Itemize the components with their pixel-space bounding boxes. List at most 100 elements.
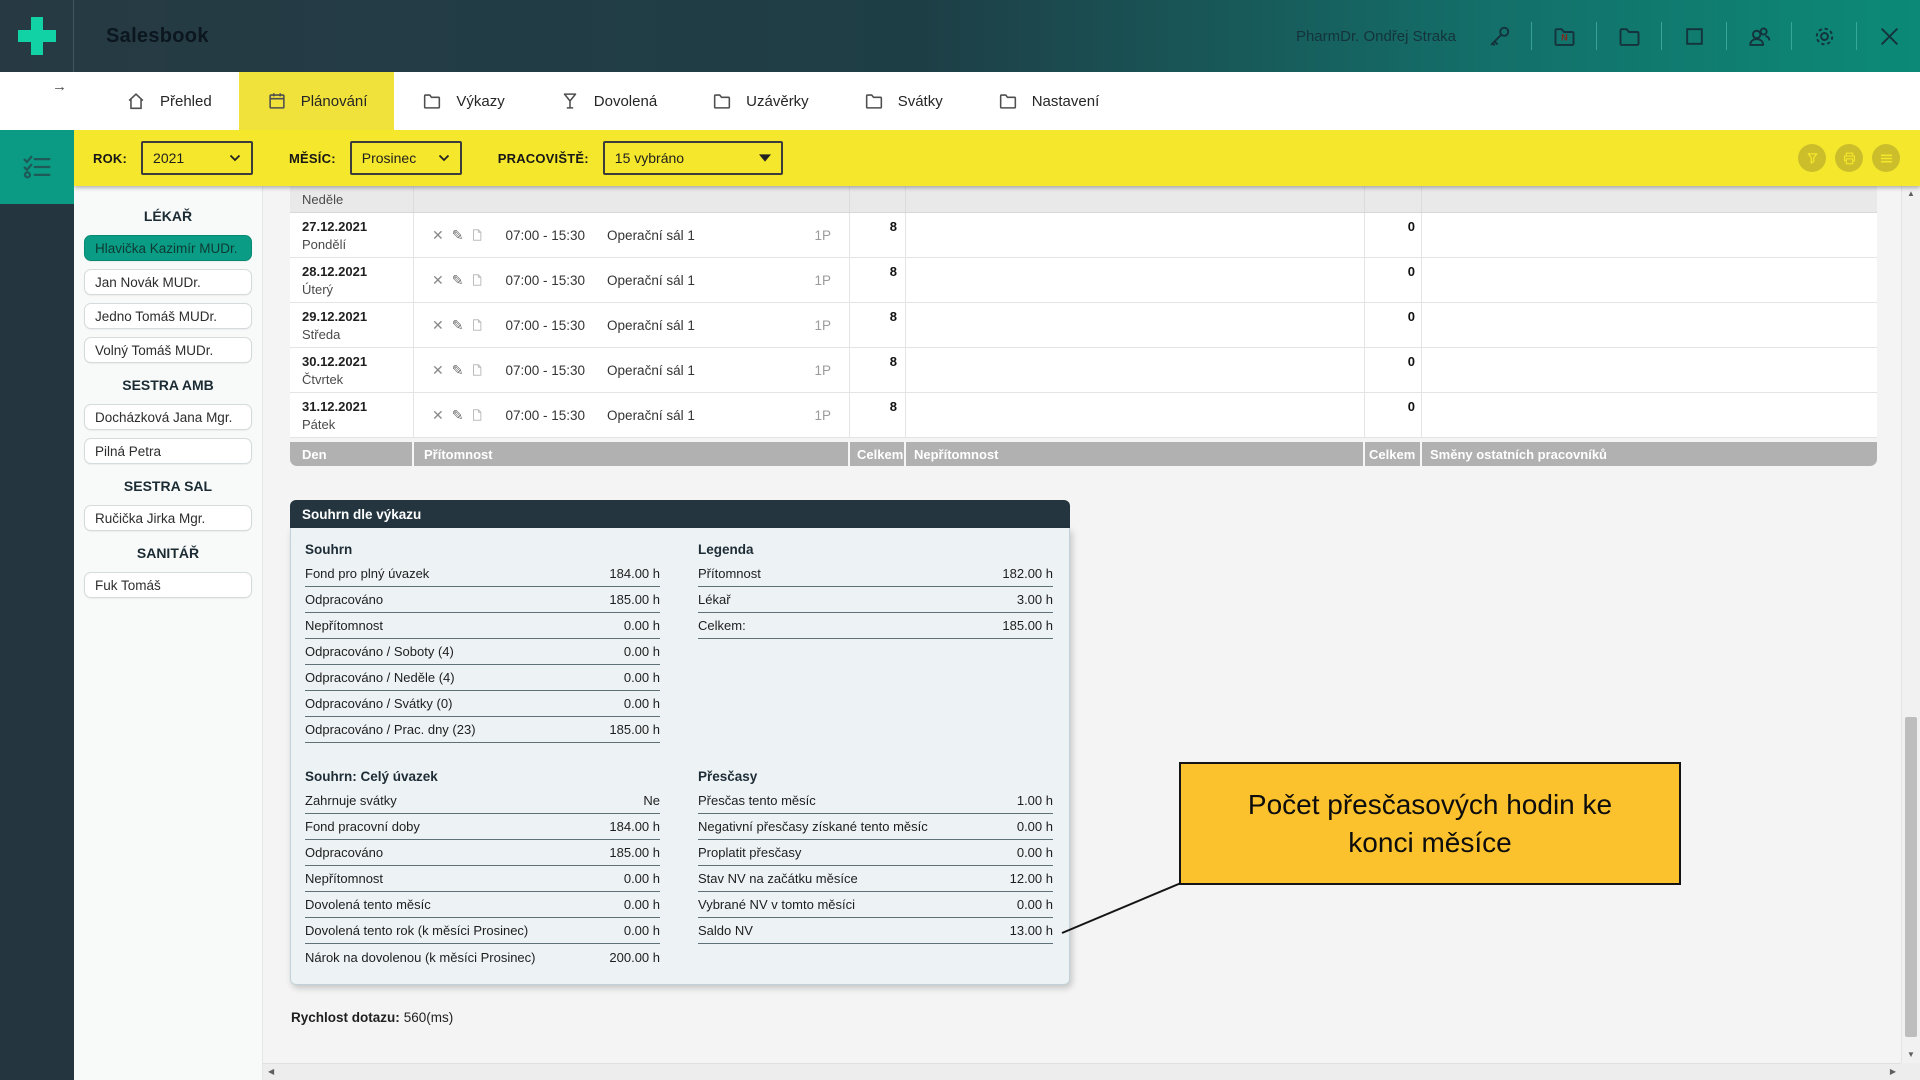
edit-shift-icon[interactable]: ✎ <box>452 408 464 422</box>
summary-row-value: Ne <box>643 793 660 808</box>
summary-row: Odpracováno 185.00 h <box>305 840 660 866</box>
summary-row-label: Vybrané NV v tomto měsíci <box>698 897 855 912</box>
row-celkem-pritomnost: 8 <box>850 186 906 213</box>
employee-item[interactable]: Fuk Tomáš <box>84 572 252 598</box>
shift-note-icon[interactable] <box>470 318 484 332</box>
filter-bar-actions <box>1798 144 1900 172</box>
delete-shift-icon[interactable]: ✕ <box>432 273 444 287</box>
employee-item[interactable]: Volný Tomáš MUDr. <box>84 337 252 363</box>
tab-dovolena[interactable]: Dovolená <box>532 72 684 130</box>
employee-group-title: SANITÁŘ <box>74 545 262 561</box>
summary-panel: Souhrn dle výkazu Souhrn Fond pro plný ú… <box>290 500 1070 985</box>
shift-note-icon[interactable] <box>470 363 484 377</box>
row-nepritomnost <box>906 348 1365 392</box>
schedule-row: 30.12.2021 Čtvrtek ✕ ✎ 07:00 - 15:30 Ope… <box>290 348 1877 393</box>
summary-row: Přesčas tento měsíc 1.00 h <box>698 788 1053 814</box>
tab-planovani[interactable]: Plánování <box>239 72 395 130</box>
edit-shift-icon[interactable]: ✎ <box>452 273 464 287</box>
employee-group: SESTRA AMB Docházková Jana Mgr. Pilná Pe… <box>74 377 262 464</box>
employee-group-title: SESTRA AMB <box>74 377 262 393</box>
scroll-up-icon[interactable]: ▲ <box>1902 190 1920 198</box>
close-icon[interactable] <box>1874 21 1904 51</box>
summary-row-label: Dovolená tento měsíc <box>305 897 431 912</box>
hamburger-icon <box>1878 150 1895 167</box>
edit-shift-icon[interactable]: ✎ <box>452 318 464 332</box>
summary-row-value: 185.00 h <box>609 845 660 860</box>
horizontal-scrollbar[interactable]: ◀ ▶ <box>263 1063 1901 1080</box>
folder-icon[interactable] <box>1614 21 1644 51</box>
key-icon[interactable] <box>1484 21 1514 51</box>
pracoviste-label: PRACOVIŠTĚ: <box>498 151 589 166</box>
summary-row-value: 182.00 h <box>1002 566 1053 581</box>
tab-label: Dovolená <box>594 93 657 110</box>
tab-svatky[interactable]: Svátky <box>836 72 970 130</box>
shift-note-icon[interactable] <box>470 273 484 287</box>
shift-place: Operační sál 1 <box>607 363 695 378</box>
footer-col-celkem2: Celkem <box>1365 442 1422 466</box>
summary-row: Proplatit přesčasy 0.00 h <box>698 840 1053 866</box>
tabs: Přehled Plánování Výkazy Dovolená Uzávěr… <box>98 72 1126 130</box>
print-button[interactable] <box>1835 144 1863 172</box>
worklist-rail-button[interactable] <box>0 130 74 204</box>
employee-item[interactable]: Jedno Tomáš MUDr. <box>84 303 252 329</box>
mesic-select[interactable]: Prosinec <box>350 141 462 175</box>
summary-row-value: 200.00 h <box>609 950 660 965</box>
delete-shift-icon[interactable]: ✕ <box>432 228 444 242</box>
summary-row-label: Nepřítomnost <box>305 618 383 633</box>
checklist-icon <box>19 149 55 185</box>
summary-row-value: 0.00 h <box>1017 897 1053 912</box>
shift-note-icon[interactable] <box>470 408 484 422</box>
menu-button[interactable] <box>1872 144 1900 172</box>
shift-note-icon[interactable] <box>470 228 484 242</box>
funnel-icon <box>1804 150 1821 167</box>
forward-arrow-icon[interactable]: → <box>52 78 67 95</box>
employee-item[interactable]: Ručička Jirka Mgr. <box>84 505 252 531</box>
scroll-left-icon[interactable]: ◀ <box>268 1068 274 1076</box>
users-icon[interactable] <box>1744 21 1774 51</box>
summary-grid: Souhrn Fond pro plný úvazek 184.00 h Odp… <box>305 536 1053 970</box>
main-content: 26.12.2021 Neděle 8 0 27.12.2021 Pondělí… <box>263 186 1901 1063</box>
employee-item[interactable]: Docházková Jana Mgr. <box>84 404 252 430</box>
row-smeny <box>1422 213 1877 257</box>
shift-place: Operační sál 1 <box>607 273 695 288</box>
employee-item[interactable]: Jan Novák MUDr. <box>84 269 252 295</box>
gear-icon[interactable] <box>1809 21 1839 51</box>
row-smeny <box>1422 348 1877 392</box>
summary-row: Odpracováno / Prac. dny (23) 185.00 h <box>305 717 660 743</box>
delete-shift-icon[interactable]: ✕ <box>432 318 444 332</box>
edit-shift-icon[interactable]: ✎ <box>452 363 464 377</box>
square-icon[interactable] <box>1679 21 1709 51</box>
edit-shift-icon[interactable]: ✎ <box>452 228 464 242</box>
tab-prehled[interactable]: Přehled <box>98 72 239 130</box>
summary-row: Vybrané NV v tomto měsíci 0.00 h <box>698 892 1053 918</box>
shift-time: 07:00 - 15:30 <box>505 363 585 378</box>
rok-select[interactable]: 2021 <box>141 141 253 175</box>
vertical-scrollbar-thumb[interactable] <box>1905 717 1917 1037</box>
chevron-down-icon <box>229 154 241 162</box>
row-day: Pátek <box>302 417 413 432</box>
folder-n-icon[interactable]: N <box>1549 21 1579 51</box>
summary-section: Legenda Přítomnost 182.00 h Lékař 3.00 h… <box>698 536 1053 743</box>
schedule-row: 27.12.2021 Pondělí ✕ ✎ 07:00 - 15:30 Ope… <box>290 213 1877 258</box>
filter-button[interactable] <box>1798 144 1826 172</box>
summary-row-label: Nepřítomnost <box>305 871 383 886</box>
filter-bar: ROK: 2021 MĚSÍC: Prosinec PRACOVIŠTĚ: 15… <box>74 130 1920 186</box>
vertical-scrollbar[interactable]: ▲ ▼ <box>1901 186 1920 1063</box>
summary-row-value: 185.00 h <box>1002 618 1053 633</box>
tab-uzaverky[interactable]: Uzávěrky <box>684 72 836 130</box>
delete-shift-icon[interactable]: ✕ <box>432 408 444 422</box>
delete-shift-icon[interactable]: ✕ <box>432 363 444 377</box>
employee-name: Ručička Jirka Mgr. <box>95 511 205 526</box>
pracoviste-select[interactable]: 15 vybráno <box>603 141 783 175</box>
employee-item[interactable]: Hlavička Kazimír MUDr. <box>84 235 252 261</box>
employee-name: Volný Tomáš MUDr. <box>95 343 213 358</box>
summary-row-label: Fond pracovní doby <box>305 819 420 834</box>
scroll-right-icon[interactable]: ▶ <box>1890 1068 1896 1076</box>
tab-nastaveni[interactable]: Nastavení <box>970 72 1127 130</box>
tab-vykazy[interactable]: Výkazy <box>394 72 531 130</box>
scroll-down-icon[interactable]: ▼ <box>1902 1051 1920 1059</box>
summary-row-label: Fond pro plný úvazek <box>305 566 429 581</box>
summary-row-label: Odpracováno / Svátky (0) <box>305 696 452 711</box>
employee-item[interactable]: Pilná Petra <box>84 438 252 464</box>
annotation-box: Počet přesčasových hodin ke konci měsíce <box>1179 762 1681 885</box>
